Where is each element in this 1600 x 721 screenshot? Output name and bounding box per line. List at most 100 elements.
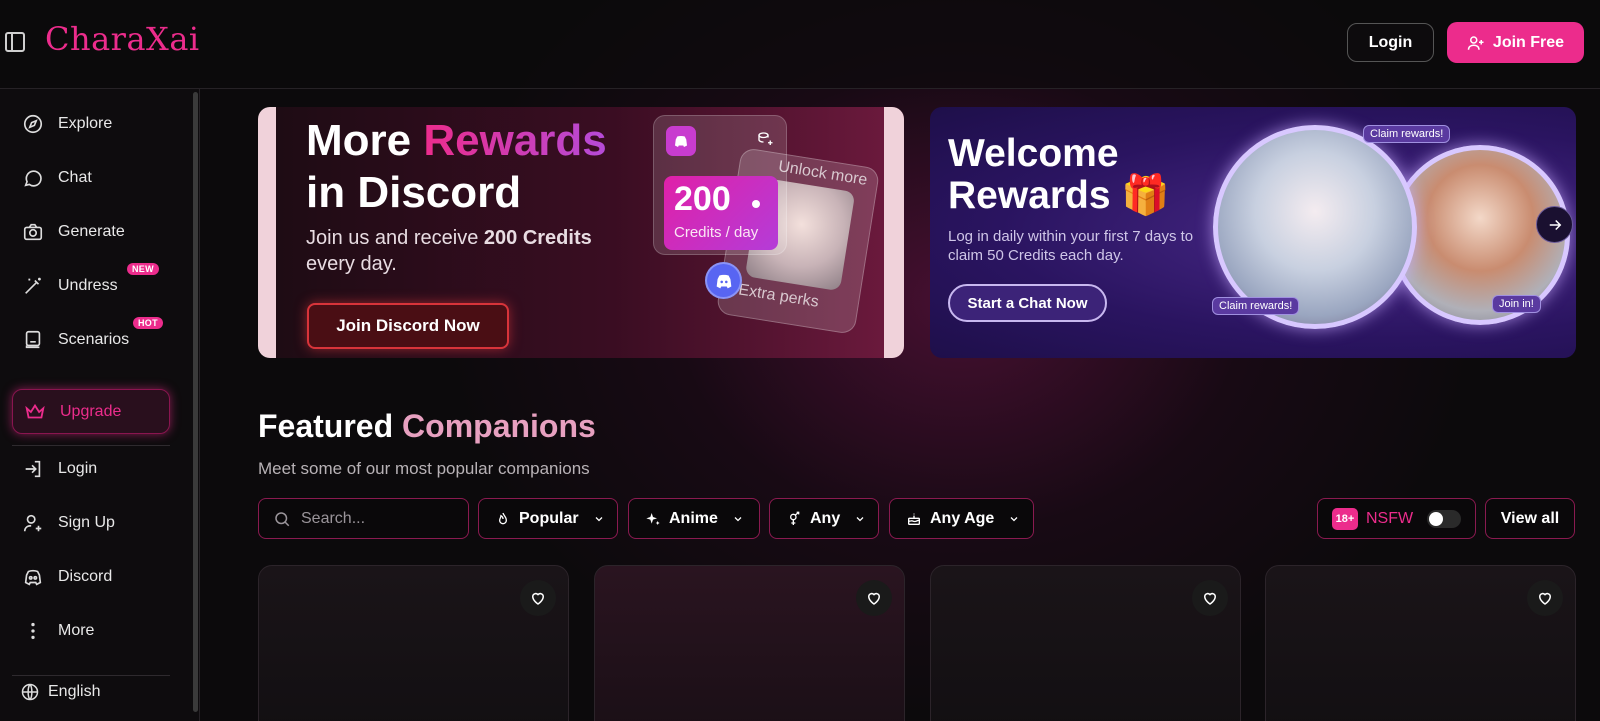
view-all-button[interactable]: View all [1485,498,1575,539]
claim-rewards-tag: Claim rewards! [1212,297,1300,315]
chevron-down-icon [595,516,603,521]
language-selector[interactable]: English [20,679,100,705]
gender-any-dropdown[interactable]: Any [769,498,879,539]
sidebar-item-label: Scenarios [58,331,130,348]
flame-icon [498,512,508,524]
sidebar-divider [12,675,170,676]
magic-wand-icon [25,277,41,294]
favorite-button[interactable] [520,580,556,616]
chevron-down-icon [1010,516,1018,521]
credits-badge: 200 Credits / day [664,176,778,250]
cake-icon [908,513,920,525]
sidebar-item-scenarios[interactable]: Scenarios [22,327,129,353]
chevron-down-icon [856,516,864,521]
sidebar-item-login[interactable]: Login [22,456,97,482]
sidebar-item-label: Undress [58,277,118,294]
sidebar-item-discord[interactable]: Discord [22,564,112,590]
age-18-badge: 18+ [1332,507,1358,530]
upgrade-button[interactable]: Upgrade [12,389,170,434]
heart-icon [867,592,881,605]
nsfw-label: NSFW [1366,509,1414,527]
favorite-button[interactable] [1192,580,1228,616]
sort-popular-dropdown[interactable]: Popular [478,498,618,539]
sidebar: Explore Chat Generate Undress NEW Scenar… [0,89,200,721]
sidebar-item-signup[interactable]: Sign Up [22,510,115,536]
scenario-book-icon [25,330,41,349]
globe-icon [21,683,39,701]
language-label: English [48,683,101,700]
search-icon [275,511,290,526]
sidebar-item-generate[interactable]: Generate [22,219,125,245]
nsfw-toggle[interactable]: 18+ NSFW [1317,498,1476,539]
section-subtitle: Meet some of our most popular companions [258,459,590,478]
sidebar-item-explore[interactable]: Explore [22,111,112,137]
sidebar-item-chat[interactable]: Chat [22,165,92,191]
banner-title: Welcome Rewards 🎁 [948,132,1170,217]
sidebar-item-label: Sign Up [58,514,115,531]
sidebar-toggle-icon[interactable] [5,32,25,52]
companion-card[interactable] [1265,565,1576,721]
chevron-down-icon [734,516,742,521]
login-button[interactable]: Login [1347,23,1434,62]
credits-card: 200 Credits / day [653,115,787,255]
start-chat-button[interactable]: Start a Chat Now [948,284,1107,322]
age-any-dropdown[interactable]: Any Age [889,498,1034,539]
login-icon [25,460,41,478]
sidebar-item-label: Chat [58,169,92,186]
dot-icon [752,200,760,208]
heart-icon [531,592,545,605]
companion-card[interactable] [258,565,569,721]
sidebar-item-label: Explore [58,115,113,132]
banner-subtitle: Join us and receive 200 Credits every da… [306,227,592,275]
heart-icon [1538,592,1552,605]
banner-title: More Rewards in Discord [306,116,607,217]
favorite-button[interactable] [1527,580,1563,616]
join-in-tag: Join in! [1492,295,1541,313]
claim-rewards-tag: Claim rewards! [1363,125,1451,143]
sidebar-item-label: Generate [58,223,125,240]
new-badge: NEW [127,263,159,275]
welcome-rewards-banner[interactable]: Welcome Rewards 🎁 Log in daily within yo… [930,107,1576,358]
search-input[interactable]: Search... [258,498,469,539]
upgrade-label: Upgrade [60,402,122,420]
discord-rewards-banner[interactable]: More Rewards in Discord Join us and rece… [258,107,904,358]
more-vertical-icon [31,622,35,640]
sidebar-item-more[interactable]: More [22,618,94,644]
sidebar-item-label: Login [58,460,98,477]
discord-icon [24,569,42,586]
sidebar-item-label: More [58,622,95,639]
companion-card[interactable] [594,565,905,721]
arrow-right-icon [1549,219,1561,230]
favorite-button[interactable] [856,580,892,616]
nsfw-switch[interactable] [1427,509,1462,528]
join-discord-button[interactable]: Join Discord Now [307,303,509,349]
search-placeholder: Search... [301,509,366,527]
user-plus-icon [23,514,42,532]
join-free-button[interactable]: Join Free [1447,22,1584,63]
next-arrow-button[interactable] [1536,206,1573,243]
section-title: Featured Companions [258,408,596,444]
sidebar-divider [12,445,170,446]
user-plus-icon [1467,35,1484,50]
discord-logo-icon [705,262,742,299]
sidebar-item-undress[interactable]: Undress [22,273,118,299]
gender-icon [790,511,800,525]
compass-icon [23,114,43,134]
top-header: CharaXai Login Join Free [0,0,1600,89]
discord-icon [666,126,696,156]
heart-icon [1203,592,1217,605]
sidebar-scrollbar[interactable] [193,92,198,712]
style-anime-dropdown[interactable]: Anime [628,498,760,539]
logo[interactable]: CharaXai [45,20,200,58]
sidebar-item-label: Discord [58,568,113,585]
gift-icon: 🎁 [1121,174,1170,217]
crown-icon [25,403,45,418]
chat-bubble-icon [24,170,42,187]
hot-badge: HOT [133,317,163,329]
sparkle-icon [646,512,660,525]
companion-card[interactable] [930,565,1241,721]
join-free-label: Join Free [1492,33,1565,51]
coins-plus-icon [758,132,773,145]
banner-subtitle: Log in daily within your first 7 days to… [948,228,1194,264]
camera-icon [23,223,43,241]
